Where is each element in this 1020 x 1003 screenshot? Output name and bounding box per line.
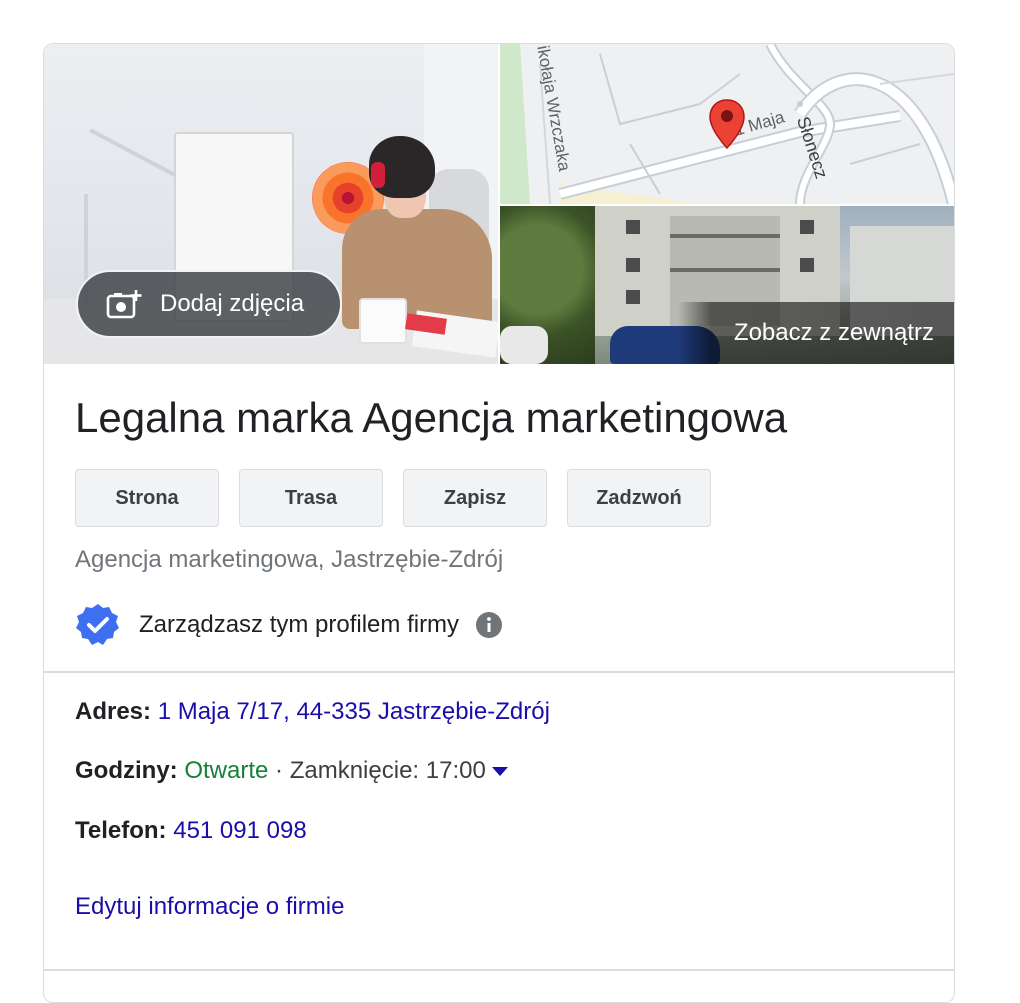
hours-closing: Zamknięcie: 17:00 [289,757,486,784]
map-thumbnail[interactable]: ikołaja Wrzczaka 1 Maja Słonecz [500,44,954,204]
verified-owner-row: Zarządzasz tym profilem firmy [75,602,503,648]
business-profile-card: Dodaj zdjęcia ikołaja Wrzczaka 1 Maja Sł… [43,43,955,1003]
verified-text: Zarządzasz tym profilem firmy [139,611,460,638]
add-photo-camera-icon [106,290,142,319]
phone-label: Telefon: [75,817,167,844]
address-label: Adres: [75,698,152,725]
main-photo[interactable]: Dodaj zdjęcia [44,44,498,364]
add-photos-button[interactable]: Dodaj zdjęcia [76,270,342,338]
address-link[interactable]: 1 Maja 7/17, 44-335 Jastrzębie-Zdrój [158,698,550,725]
street-view-thumbnail[interactable]: Zobacz z zewnątrz [500,206,954,364]
save-button[interactable]: Zapisz [403,469,547,527]
phone-row: Telefon: 451 091 098 [75,817,307,845]
hours-label: Godziny: [75,757,178,784]
bottom-divider [44,969,954,971]
website-button[interactable]: Strona [75,469,219,527]
verified-badge-icon [76,604,119,645]
see-outside-button[interactable]: Zobacz z zewnątrz [678,302,954,364]
action-buttons: Strona Trasa Zapisz Zadzwoń [75,469,711,527]
see-outside-label: Zobacz z zewnątrz [733,319,934,346]
add-photos-label: Dodaj zdjęcia [160,290,305,317]
section-divider [44,671,954,673]
edit-business-info-link[interactable]: Edytuj informacje o firmie [75,893,344,921]
hours-row: Godziny: Otwarte · Zamknięcie: 17:00 [75,757,508,785]
address-row: Adres: 1 Maja 7/17, 44-335 Jastrzębie-Zd… [75,698,550,726]
map-pin-icon [709,99,745,150]
hours-dropdown-icon[interactable] [491,767,508,777]
business-category: Agencja marketingowa, Jastrzębie-Zdrój [75,546,504,573]
info-icon[interactable] [475,611,503,639]
hours-separator: · [275,757,284,784]
directions-button[interactable]: Trasa [239,469,383,527]
call-button[interactable]: Zadzwoń [567,469,711,527]
business-name: Legalna marka Agencja marketingowa [75,394,788,441]
media-section: Dodaj zdjęcia ikołaja Wrzczaka 1 Maja Sł… [44,44,954,364]
hours-status: Otwarte [184,757,269,784]
phone-link[interactable]: 451 091 098 [173,817,306,844]
